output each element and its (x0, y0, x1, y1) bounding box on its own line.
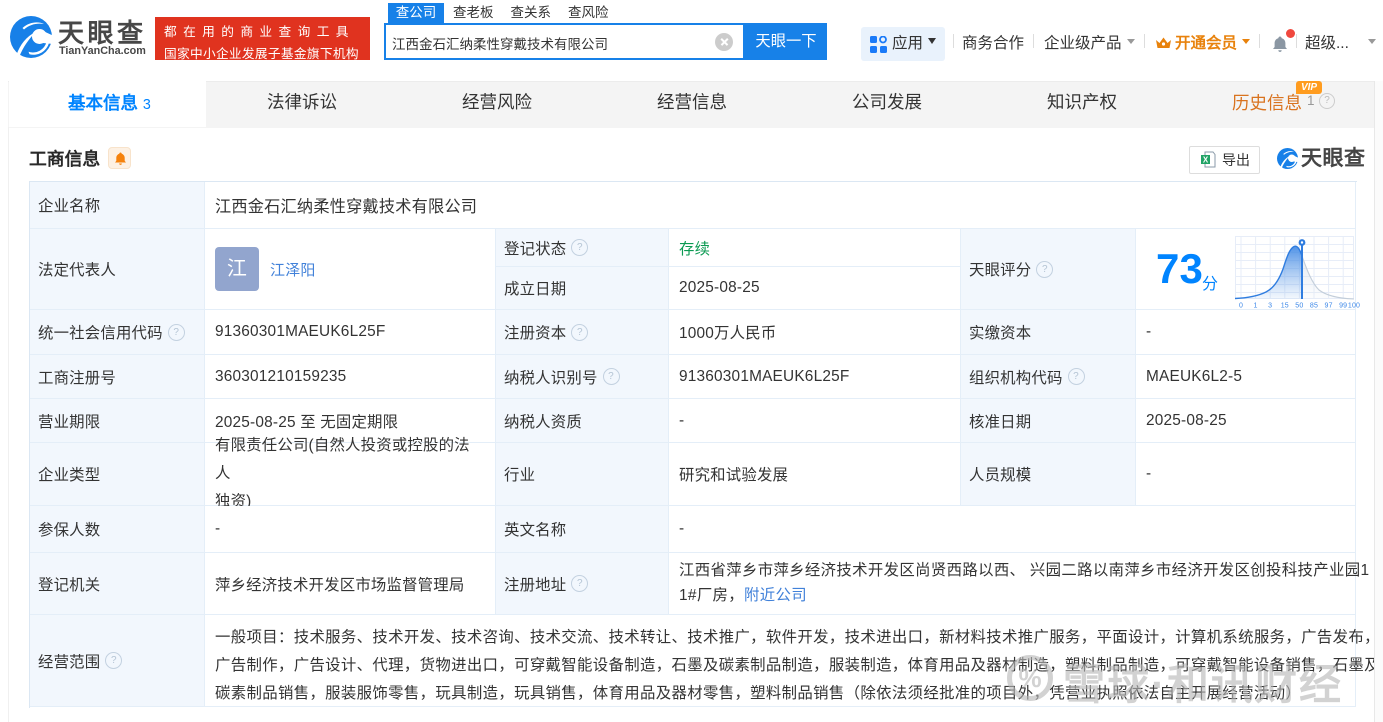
svg-text:99: 99 (1339, 303, 1347, 310)
svg-text:1: 1 (1254, 303, 1258, 310)
svg-text:3: 3 (1268, 303, 1272, 310)
svg-text:85: 85 (1310, 303, 1318, 310)
svg-text:0: 0 (1239, 303, 1243, 310)
svg-text:100: 100 (1348, 303, 1360, 310)
svg-text:X: X (1203, 156, 1209, 165)
svg-text:50: 50 (1295, 303, 1303, 310)
svg-text:15: 15 (1281, 303, 1289, 310)
svg-text:97: 97 (1325, 303, 1333, 310)
